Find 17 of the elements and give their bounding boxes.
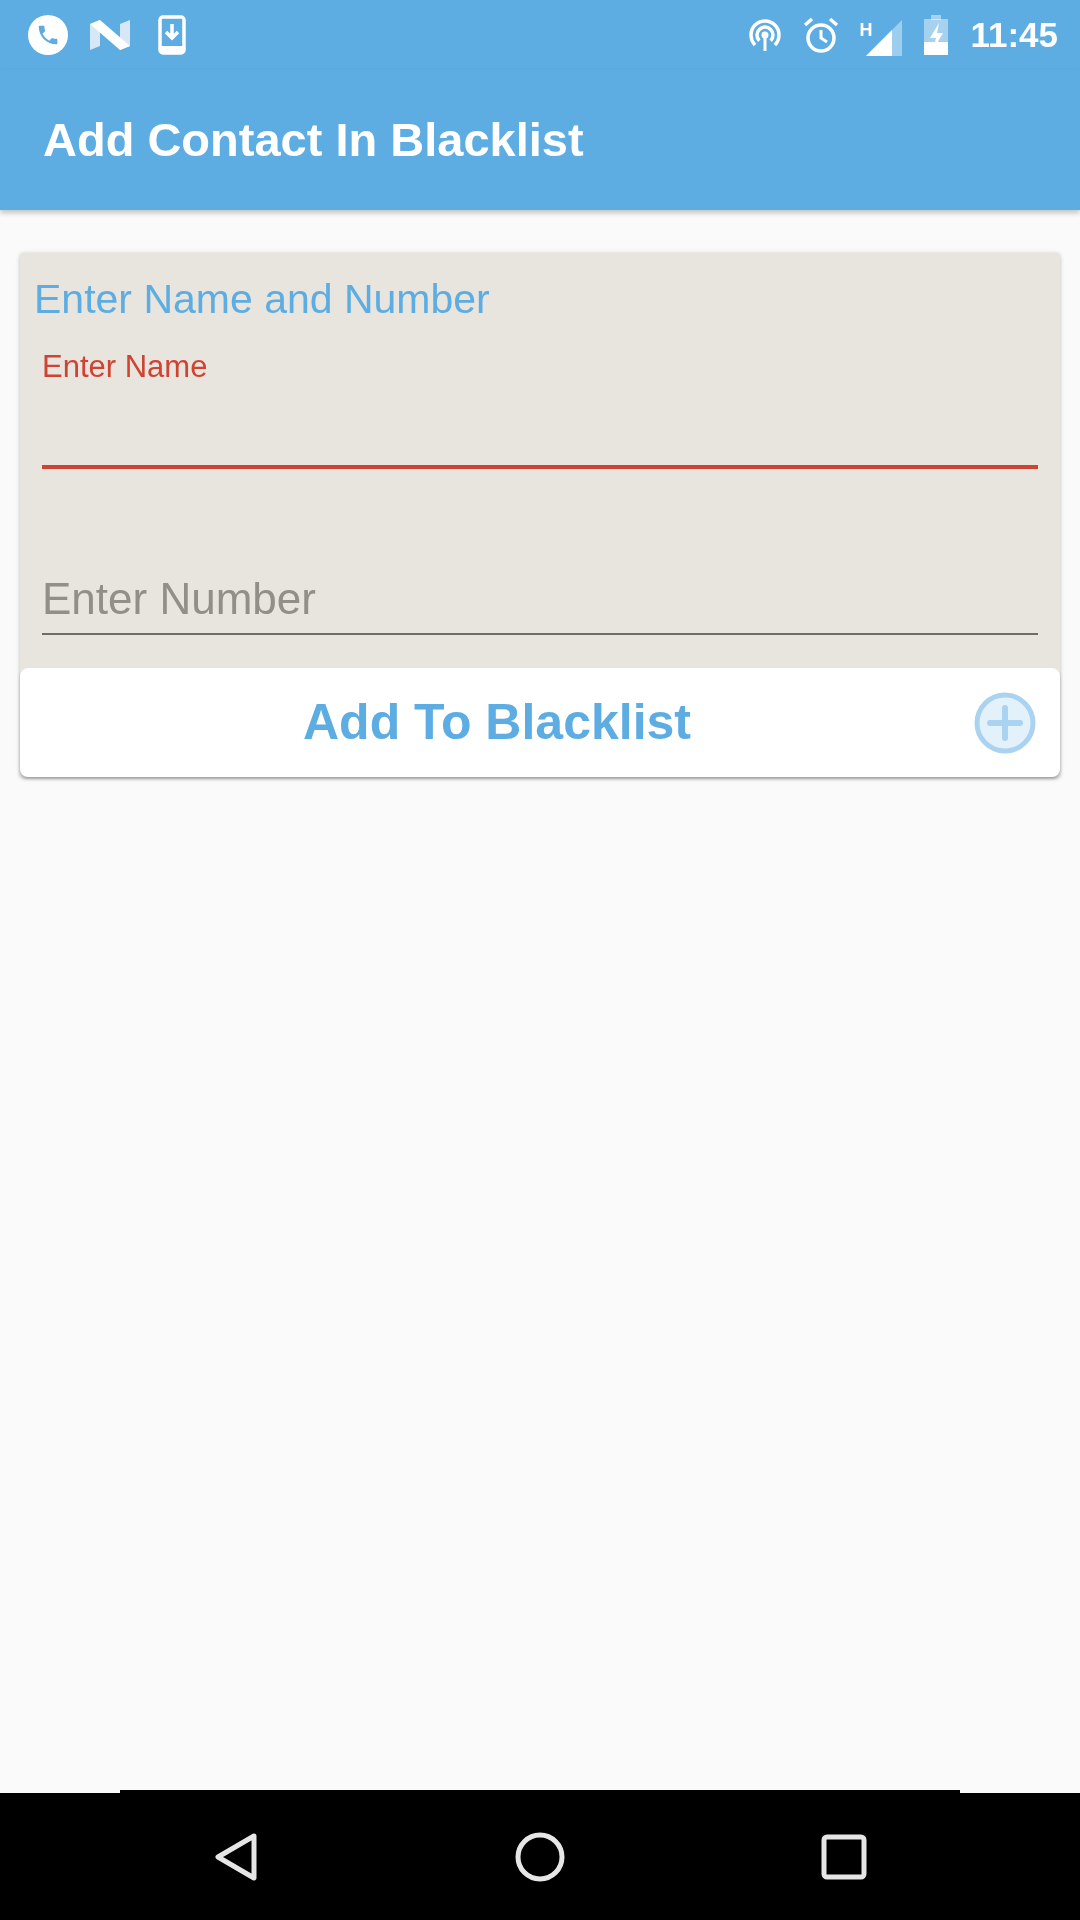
network-type-label: H bbox=[859, 20, 873, 39]
hotspot-icon bbox=[747, 17, 784, 53]
back-icon[interactable] bbox=[214, 1831, 258, 1882]
input-field[interactable]: Enter Number bbox=[42, 565, 1038, 635]
alarm-icon bbox=[803, 16, 840, 54]
battery-icon bbox=[924, 15, 949, 55]
phone-icon bbox=[28, 15, 68, 55]
field-label: Enter Name bbox=[42, 349, 208, 385]
plus-circle-icon bbox=[974, 691, 1036, 754]
download-icon bbox=[158, 15, 186, 55]
form-title: Enter Name and Number bbox=[34, 275, 490, 323]
logo-icon bbox=[90, 18, 130, 52]
home-icon[interactable] bbox=[515, 1831, 565, 1882]
recents-icon[interactable] bbox=[821, 1833, 867, 1880]
screen-title: Add Contact In Blacklist bbox=[43, 111, 584, 168]
clock-time: 11:45 bbox=[970, 13, 1058, 56]
add-to-blacklist-button[interactable]: Add To Blacklist bbox=[20, 668, 1060, 777]
